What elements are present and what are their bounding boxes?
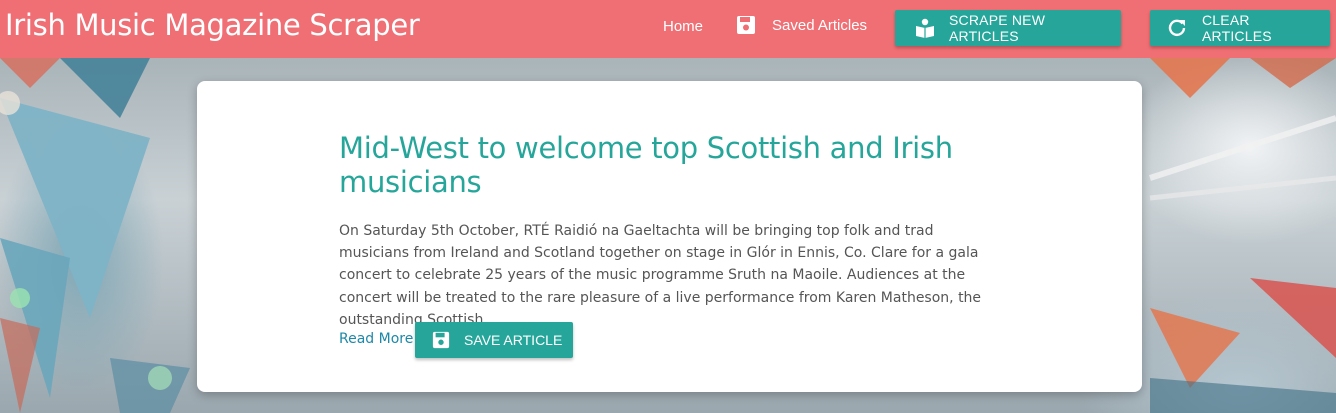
article-title: Mid-West to welcome top Scottish and Iri…	[339, 131, 953, 199]
book-reader-icon	[915, 18, 935, 38]
scrape-new-articles-label: SCRAPE NEW ARTICLES	[949, 12, 1046, 44]
scrape-new-articles-button[interactable]: SCRAPE NEW ARTICLES	[895, 10, 1121, 46]
floppy-disk-icon	[736, 15, 756, 35]
nav-saved-articles-label: Saved Articles	[772, 16, 868, 34]
article-summary: On Saturday 5th October, RTÉ Raidió na G…	[339, 223, 982, 328]
save-article-button[interactable]: SAVE ARTICLE	[415, 322, 573, 358]
article-card: Mid-West to welcome top Scottish and Iri…	[197, 81, 1142, 392]
nav-saved-articles-link[interactable]: Saved Articles	[736, 15, 867, 35]
clear-articles-button[interactable]: CLEAR ARTICLES	[1150, 10, 1330, 46]
clear-articles-label: CLEAR ARTICLES	[1202, 12, 1272, 44]
save-article-label: SAVE ARTICLE	[464, 332, 563, 348]
top-navbar: Irish Music Magazine Scraper Home Saved …	[0, 0, 1336, 58]
brand-title[interactable]: Irish Music Magazine Scraper	[5, 8, 420, 42]
read-more-link[interactable]: Read More	[339, 331, 413, 347]
floppy-disk-icon	[432, 331, 450, 349]
refresh-icon	[1168, 19, 1186, 37]
nav-home-link[interactable]: Home	[663, 18, 703, 35]
